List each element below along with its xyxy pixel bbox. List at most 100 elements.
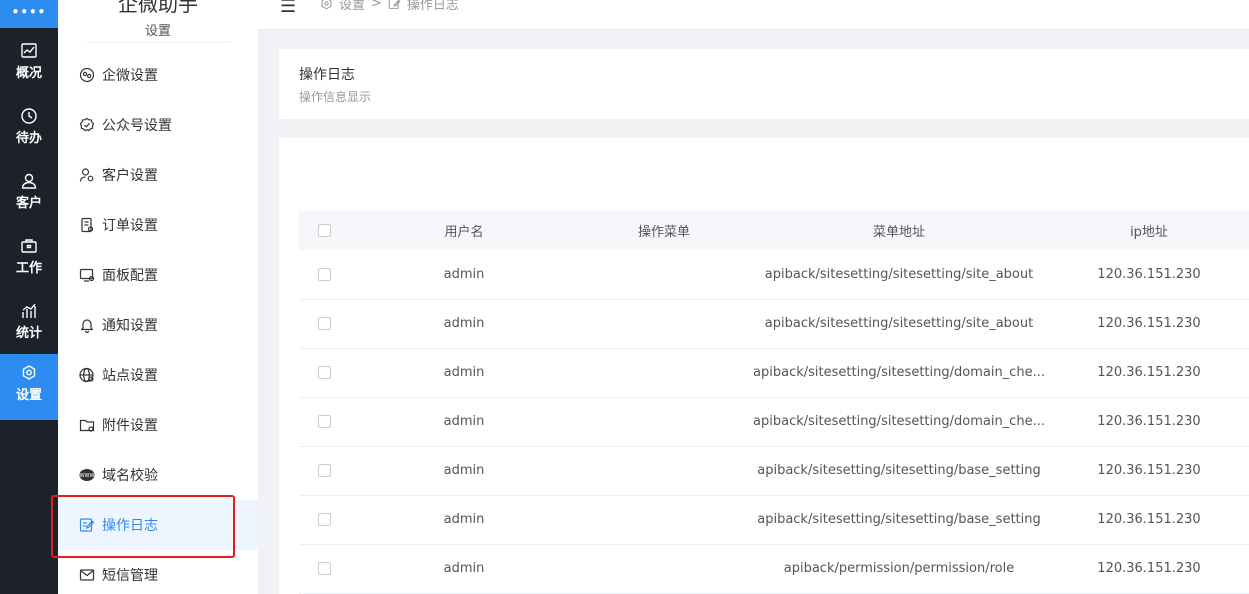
row-checkbox[interactable] <box>317 317 331 330</box>
row-checkbox[interactable] <box>317 513 331 526</box>
cell-ip: 120.36.151.230 <box>1049 397 1249 447</box>
cell-username: admin <box>349 299 579 349</box>
section-title: 设置 <box>144 24 171 39</box>
badge-check-icon <box>78 116 96 134</box>
row-checkbox[interactable] <box>317 366 331 379</box>
log-table-card: 用户名 操作菜单 菜单地址 ip地址 admin apiback/siteset… <box>279 138 1249 594</box>
edit-log-icon <box>388 0 401 9</box>
rail-item-label: 待办 <box>15 131 42 146</box>
row-checkbox[interactable] <box>317 415 331 428</box>
sidebar-item-label: 企微设置 <box>102 68 158 84</box>
chart-icon <box>21 43 37 58</box>
sidebar-item-sms[interactable]: 短信管理 <box>58 550 258 594</box>
select-all-checkbox[interactable] <box>317 224 331 237</box>
settings-sidebar: 企微助手 设置 企微设置 公众号设置 客户设置 订单设置 面板配置 通知设置 站… <box>58 0 258 594</box>
menu-toggle-icon[interactable]: ☰ <box>280 0 296 17</box>
rail-item-label: 概况 <box>15 66 42 81</box>
column-header-menu[interactable]: 操作菜单 <box>579 211 749 250</box>
table-row: admin apiback/sitesetting/sitesetting/si… <box>299 299 1249 349</box>
cell-menu <box>579 446 749 496</box>
bar-chart-icon <box>22 303 36 318</box>
column-header-path[interactable]: 菜单地址 <box>749 211 1049 250</box>
cell-path: apiback/sitesetting/sitesetting/site_abo… <box>749 250 1049 300</box>
cell-ip: 120.36.151.230 <box>1049 250 1249 300</box>
sidebar-item-label: 订单设置 <box>102 218 158 234</box>
cell-path: apiback/sitesetting/sitesetting/site_abo… <box>749 299 1049 349</box>
rail-item-work[interactable]: 工作 <box>0 227 58 291</box>
sidebar-item-label: 操作日志 <box>102 518 158 534</box>
cell-ip: 120.36.151.230 <box>1049 348 1249 398</box>
app-title: 企微助手 <box>118 0 198 16</box>
sidebar-item-label: 域名校验 <box>102 468 158 484</box>
column-header-username[interactable]: 用户名 <box>349 211 579 250</box>
sidebar-item-label: 面板配置 <box>102 268 158 284</box>
bell-icon <box>78 316 96 334</box>
sidebar-item-label: 附件设置 <box>102 418 158 434</box>
sidebar-item-domain-check[interactable]: WWW 域名校验 <box>58 450 258 500</box>
rail-item-overview[interactable]: 概况 <box>0 32 58 96</box>
gear-icon <box>321 0 332 10</box>
cell-path: apiback/sitesetting/sitesetting/domain_c… <box>749 348 1049 398</box>
page-subtitle: 操作信息显示 <box>299 90 372 104</box>
user-gear-icon <box>78 166 96 184</box>
log-table: 用户名 操作菜单 菜单地址 ip地址 admin apiback/siteset… <box>299 211 1249 594</box>
rail-item-customer[interactable]: 客户 <box>0 162 58 226</box>
rail-item-stats[interactable]: 统计 <box>0 292 58 356</box>
cell-menu <box>579 348 749 398</box>
sidebar-item-label: 客户设置 <box>102 168 158 184</box>
cell-menu <box>579 299 749 349</box>
cell-username: admin <box>349 250 579 300</box>
sidebar-item-label: 公众号设置 <box>102 118 172 134</box>
wecom-icon <box>78 66 96 84</box>
sidebar-item-attachment[interactable]: 附件设置 <box>58 400 258 450</box>
cell-ip: 120.36.151.230 <box>1049 299 1249 349</box>
rail-item-settings[interactable]: 设置 <box>0 354 58 420</box>
rail-item-todo[interactable]: 待办 <box>0 97 58 161</box>
clock-icon <box>21 108 37 124</box>
rail-item-label: 工作 <box>15 261 42 276</box>
app-rail: •••• 概况 待办 客户 工作 统计 设置 <box>0 0 58 594</box>
sidebar-item-label: 通知设置 <box>102 318 158 334</box>
breadcrumb-separator: > <box>371 0 382 11</box>
table-row: admin apiback/permission/permission/role… <box>299 544 1249 594</box>
sidebar-item-label: 站点设置 <box>102 368 158 384</box>
cell-username: admin <box>349 348 579 398</box>
sidebar-item-label: 短信管理 <box>102 568 158 584</box>
sidebar-item-notification[interactable]: 通知设置 <box>58 300 258 350</box>
rail-item-label: 统计 <box>15 326 42 341</box>
cell-path: apiback/sitesetting/sitesetting/domain_c… <box>749 397 1049 447</box>
order-icon <box>78 216 96 234</box>
globe-icon <box>78 366 96 384</box>
panel-icon <box>78 266 96 284</box>
gear-icon <box>22 365 36 380</box>
table-header-row: 用户名 操作菜单 菜单地址 ip地址 <box>299 211 1249 250</box>
top-header: ☰ 设置 > 操作日志 <box>258 0 1249 30</box>
breadcrumb-item: 操作日志 <box>406 0 459 13</box>
row-checkbox[interactable] <box>317 464 331 477</box>
sidebar-item-official-account[interactable]: 公众号设置 <box>58 100 258 150</box>
sidebar-item-panel-config[interactable]: 面板配置 <box>58 250 258 300</box>
cell-ip: 120.36.151.230 <box>1049 446 1249 496</box>
row-checkbox[interactable] <box>317 267 331 281</box>
www-icon: WWW <box>78 466 96 484</box>
cell-path: apiback/sitesetting/sitesetting/base_set… <box>749 495 1049 545</box>
app-logo[interactable]: •••• <box>0 0 58 28</box>
divider <box>86 42 230 43</box>
cell-username: admin <box>349 397 579 447</box>
sidebar-item-order-settings[interactable]: 订单设置 <box>58 200 258 250</box>
cell-username: admin <box>349 544 579 594</box>
cell-menu <box>579 250 749 300</box>
sidebar-item-wecom-settings[interactable]: 企微设置 <box>58 50 258 100</box>
rail-item-label: 客户 <box>15 196 42 211</box>
cell-path: apiback/permission/permission/role <box>749 544 1049 594</box>
sidebar-item-operation-log[interactable]: 操作日志 <box>58 500 258 550</box>
breadcrumb-item[interactable]: 设置 <box>339 0 365 13</box>
rail-item-label: 设置 <box>15 388 42 403</box>
sidebar-item-customer-settings[interactable]: 客户设置 <box>58 150 258 200</box>
row-checkbox[interactable] <box>317 562 331 575</box>
folder-icon <box>78 416 96 434</box>
column-header-ip[interactable]: ip地址 <box>1049 211 1249 250</box>
sidebar-item-site-settings[interactable]: 站点设置 <box>58 350 258 400</box>
cell-ip: 120.36.151.230 <box>1049 544 1249 594</box>
user-icon <box>21 173 37 189</box>
